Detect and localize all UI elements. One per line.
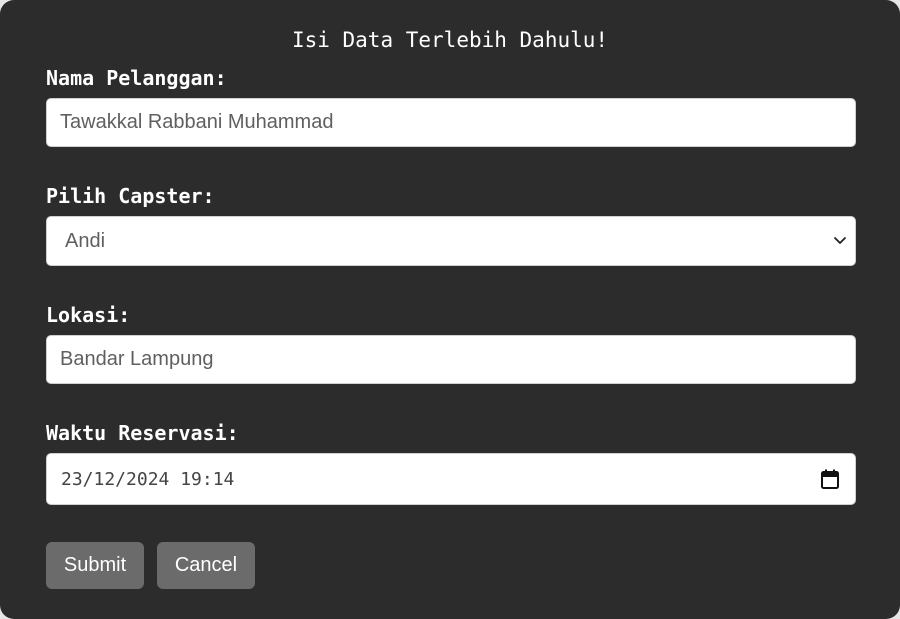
cancel-button[interactable]: Cancel [157, 542, 255, 589]
location-value: Bandar Lampung [60, 348, 214, 370]
capster-selected-value: Andi [65, 229, 106, 252]
capster-select[interactable]: Andi [46, 216, 856, 266]
location-input[interactable]: Bandar Lampung [46, 335, 856, 384]
reservation-time-label: Waktu Reservasi: [46, 421, 239, 445]
location-label: Lokasi: [46, 303, 131, 327]
capster-label: Pilih Capster: [46, 184, 215, 208]
customer-name-input[interactable]: Tawakkal Rabbani Muhammad [46, 98, 856, 147]
reservation-time-value: 23/12/2024 19:14 [61, 468, 235, 490]
customer-name-value: Tawakkal Rabbani Muhammad [60, 111, 334, 133]
chevron-down-icon [834, 237, 846, 244]
form-title: Isi Data Terlebih Dahulu! [291, 28, 609, 52]
submit-button[interactable]: Submit [46, 542, 144, 589]
reservation-time-input[interactable]: 23/12/2024 19:14 [46, 453, 856, 505]
calendar-icon[interactable] [821, 469, 839, 489]
reservation-form-card: Isi Data Terlebih Dahulu! Nama Pelanggan… [0, 0, 900, 619]
customer-name-label: Nama Pelanggan: [46, 66, 227, 90]
